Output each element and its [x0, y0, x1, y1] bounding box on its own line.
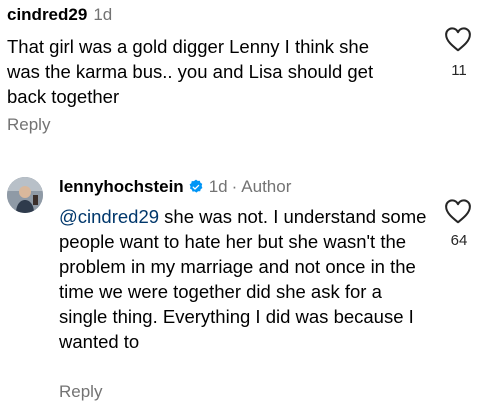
comment-username[interactable]: cindred29 [7, 5, 87, 24]
comment-text: That girl was a gold digger Lenny I thin… [7, 36, 374, 107]
reply-button[interactable]: Reply [7, 114, 50, 136]
heart-outline-icon [445, 27, 471, 52]
comment-username[interactable]: lennyhochstein [59, 176, 184, 198]
verified-badge-icon [189, 179, 203, 193]
like-button[interactable] [443, 196, 473, 226]
comment-lennyhochstein: lennyhochstein 1d · Author @cindred29 sh… [0, 160, 500, 413]
like-button[interactable] [443, 24, 473, 54]
author-badge: Author [241, 177, 292, 196]
avatar[interactable] [7, 177, 43, 213]
comment-header: lennyhochstein 1d · Author [59, 176, 291, 198]
reply-button[interactable]: Reply [59, 381, 102, 403]
comment-timestamp: 1d [93, 5, 113, 24]
mention-link[interactable]: @cindred29 [59, 206, 159, 227]
separator-dot: · [231, 177, 238, 196]
avatar-image [7, 177, 43, 213]
heart-outline-icon [445, 199, 471, 224]
comment-cindred29: cindred29 1d That girl was a gold digger … [0, 0, 500, 140]
like-count: 11 [451, 62, 467, 79]
comment-text-content: she was not. I understand some people wa… [59, 206, 427, 352]
comment-timestamp: 1d [208, 177, 228, 196]
comment-text: @cindred29 she was not. I understand som… [59, 204, 431, 354]
like-count: 64 [450, 232, 468, 249]
comment-header: cindred29 1d [7, 4, 112, 26]
